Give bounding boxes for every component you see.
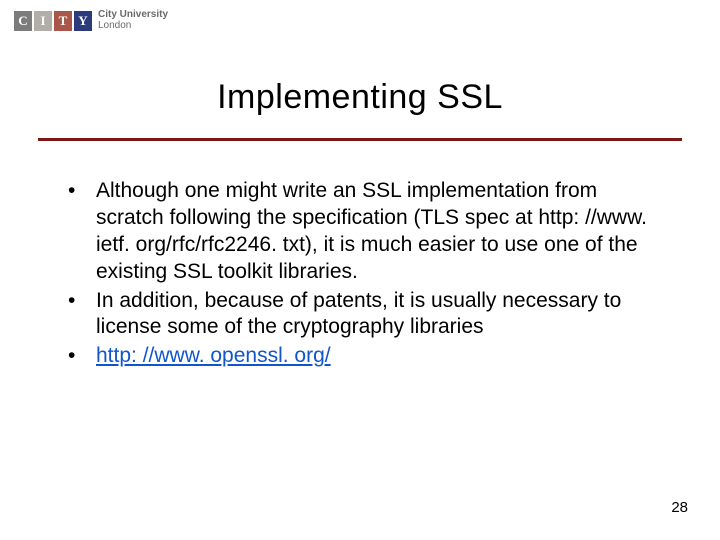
logo-letter: C bbox=[14, 11, 32, 31]
bullet-item: In addition, because of patents, it is u… bbox=[68, 288, 658, 342]
openssl-link[interactable]: http: //www. openssl. org/ bbox=[96, 344, 331, 367]
logo-text: City University London bbox=[98, 10, 168, 31]
bullet-item: http: //www. openssl. org/ bbox=[68, 343, 658, 370]
bullet-item: Although one might write an SSL implemen… bbox=[68, 178, 658, 286]
logo-blocks: C I T Y bbox=[14, 11, 92, 31]
slide-content: Although one might write an SSL implemen… bbox=[68, 178, 658, 372]
logo-letter: T bbox=[54, 11, 72, 31]
page-number: 28 bbox=[671, 499, 688, 516]
logo-letter: I bbox=[34, 11, 52, 31]
university-logo: C I T Y City University London bbox=[14, 10, 168, 31]
logo-text-line2: London bbox=[98, 21, 168, 32]
slide-title: Implementing SSL bbox=[0, 78, 720, 117]
logo-letter: Y bbox=[74, 11, 92, 31]
title-underline bbox=[38, 138, 682, 141]
logo-text-line1: City University bbox=[98, 10, 168, 21]
bullet-list: Although one might write an SSL implemen… bbox=[68, 178, 658, 370]
